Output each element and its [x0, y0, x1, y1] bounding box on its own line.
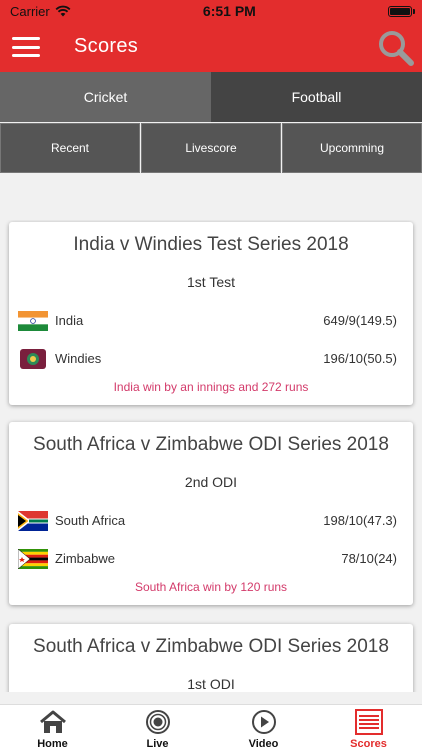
windies-flag-icon: [20, 349, 46, 369]
match-result: South Africa win by 120 runs: [134, 580, 288, 594]
team-row: Zimbabwe 78/10(24): [9, 546, 413, 572]
team-name: India: [55, 313, 84, 328]
status-bar: Carrier 6:51 PM: [0, 0, 422, 22]
video-icon: [251, 710, 276, 734]
tab-label: Scores: [350, 738, 387, 750]
team-score: 198/10(47.3): [323, 513, 397, 528]
team-score: 78/10(24): [341, 551, 397, 566]
tab-cricket[interactable]: Cricket: [0, 72, 211, 122]
team-row: South Africa 198/10(47.3): [9, 508, 413, 534]
match-list: India v Windies Test Series 2018 1st Tes…: [0, 220, 422, 692]
hamburger-icon[interactable]: [12, 37, 40, 57]
tab-label: Home: [37, 738, 68, 750]
tab-label: Live: [146, 738, 169, 750]
home-icon: [39, 710, 66, 733]
tab-recent[interactable]: Recent: [0, 123, 140, 173]
page-title: Scores: [74, 35, 139, 57]
tab-football[interactable]: Football: [211, 72, 422, 122]
tab-live[interactable]: Live: [105, 705, 210, 750]
sub-tabs: Recent Livescore Upcomming: [0, 123, 422, 173]
live-icon: [145, 710, 170, 734]
zimbabwe-flag-icon: [18, 549, 48, 569]
tab-livescore[interactable]: Livescore: [141, 123, 281, 173]
series-title: South Africa v Zimbabwe ODI Series 2018: [33, 636, 389, 657]
tab-home[interactable]: Home: [0, 705, 105, 750]
search-icon[interactable]: [376, 28, 416, 68]
team-name: Windies: [55, 351, 102, 366]
team-row: India 649/9(149.5): [9, 308, 413, 334]
tab-scores[interactable]: Scores: [316, 705, 421, 750]
series-title: India v Windies Test Series 2018: [73, 234, 349, 255]
match-card[interactable]: South Africa v Zimbabwe ODI Series 2018 …: [9, 422, 413, 605]
wifi-icon: [55, 5, 71, 17]
team-score: 649/9(149.5): [323, 313, 397, 328]
bottom-tab-bar: Home Live Video Scores: [0, 704, 422, 750]
tab-upcomming[interactable]: Upcomming: [282, 123, 422, 173]
match-card[interactable]: India v Windies Test Series 2018 1st Tes…: [9, 222, 413, 405]
india-flag-icon: [18, 311, 48, 331]
team-score: 196/10(50.5): [323, 351, 397, 366]
tab-video[interactable]: Video: [211, 705, 316, 750]
status-time: 6:51 PM: [202, 3, 256, 19]
team-row: Windies 196/10(50.5): [9, 346, 413, 372]
match-result: India win by an innings and 272 runs: [113, 380, 309, 394]
nav-bar: Scores: [0, 22, 422, 72]
match-label: 2nd ODI: [184, 474, 238, 490]
match-card[interactable]: South Africa v Zimbabwe ODI Series 2018 …: [9, 624, 413, 692]
scores-icon: [354, 709, 383, 735]
sport-tabs: Cricket Football: [0, 72, 422, 122]
match-label: 1st Test: [187, 274, 235, 290]
tab-label: Video: [248, 738, 279, 750]
match-label: 1st ODI: [187, 676, 235, 692]
series-title: South Africa v Zimbabwe ODI Series 2018: [33, 434, 389, 455]
south-africa-flag-icon: [18, 511, 48, 531]
team-name: Zimbabwe: [55, 551, 115, 566]
team-name: South Africa: [55, 513, 126, 528]
carrier-label: Carrier: [10, 3, 50, 19]
battery-icon: [388, 5, 415, 17]
